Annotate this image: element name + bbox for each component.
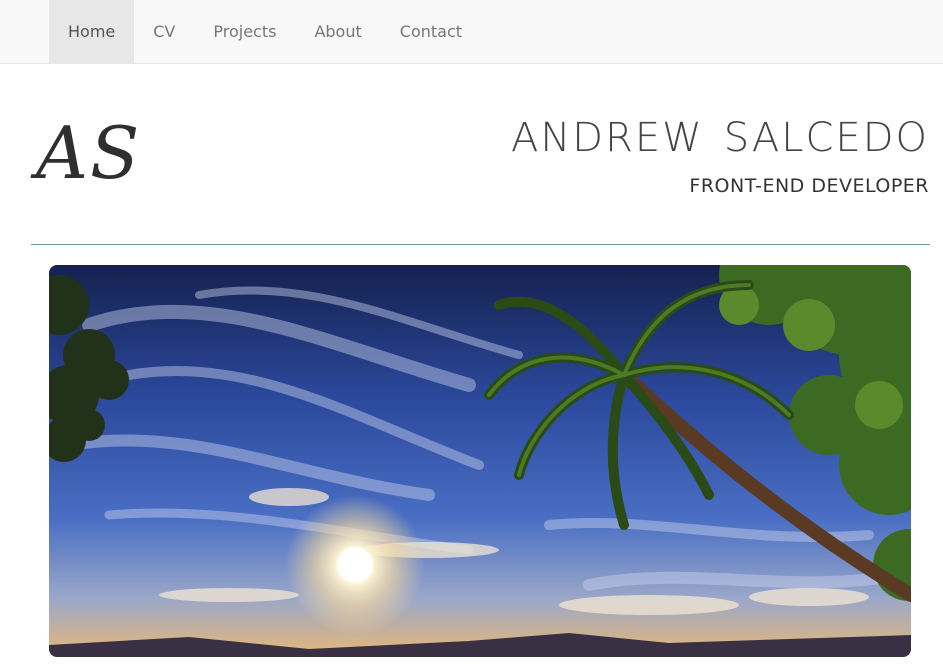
site-logo: AS (36, 111, 142, 195)
person-name: ANDREW SALCEDO (511, 116, 929, 160)
nav-item-about[interactable]: About (295, 0, 380, 63)
sun-core (337, 547, 373, 583)
nav-item-contact[interactable]: Contact (381, 0, 481, 63)
nav-item-home[interactable]: Home (49, 0, 135, 63)
header-divider (31, 244, 930, 245)
nav-item-cv[interactable]: CV (134, 0, 194, 63)
name-last: SALCEDO (723, 115, 929, 161)
top-navbar: Home CV Projects About Contact (0, 0, 943, 64)
nav-menu: Home CV Projects About Contact (49, 0, 481, 63)
hero-image (49, 265, 911, 657)
name-first: ANDREW (511, 115, 704, 161)
nav-item-projects[interactable]: Projects (194, 0, 295, 63)
hero-illustration (49, 265, 911, 657)
job-title: FRONT-END DEVELOPER (689, 175, 929, 197)
